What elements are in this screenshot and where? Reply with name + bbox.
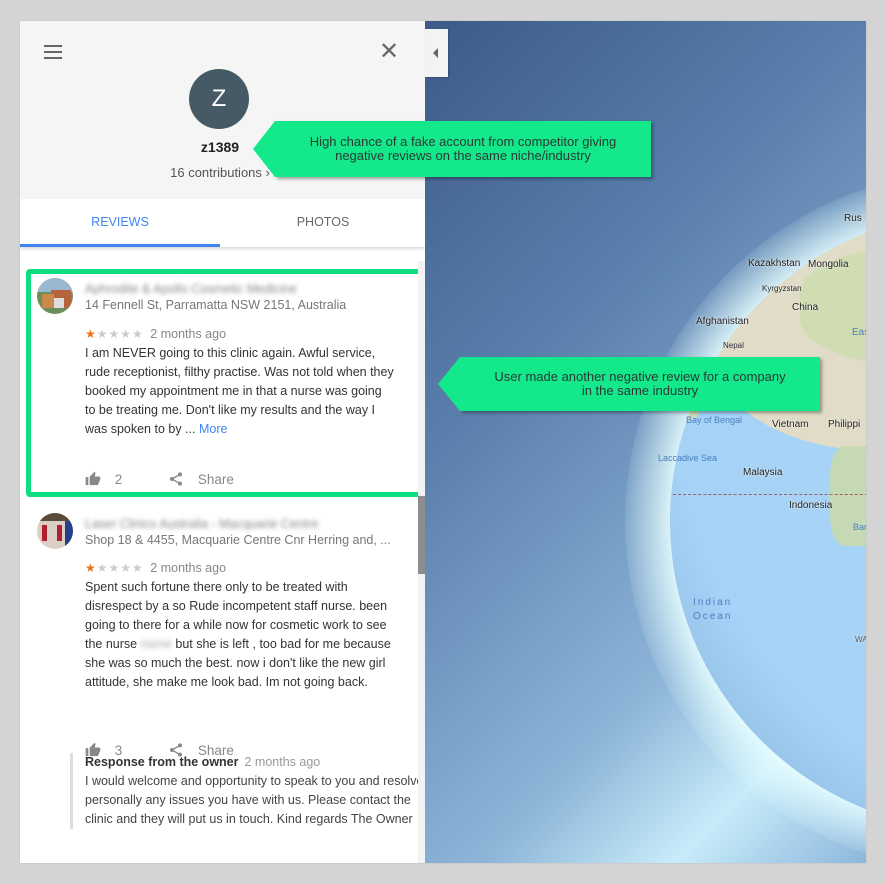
- place-photo[interactable]: [37, 513, 73, 549]
- map-label: Bay of Bengal: [686, 415, 743, 425]
- map-label: Nepal: [723, 341, 744, 350]
- owner-response-time: 2 months ago: [244, 755, 321, 769]
- star-filled-icon: ★: [85, 561, 97, 575]
- owner-response-title: Response from the owner: [85, 755, 239, 769]
- collapse-panel-button[interactable]: [425, 29, 448, 77]
- map-label: Kazakhstan: [748, 258, 801, 269]
- annotation-callout: High chance of a fake account from compe…: [253, 121, 651, 177]
- map-label: Eas: [852, 327, 866, 338]
- tab-bar: REVIEWS PHOTOS: [20, 199, 425, 247]
- map-label: China: [792, 302, 819, 313]
- scrollbar-thumb[interactable]: [418, 496, 425, 574]
- equator-line: [673, 494, 866, 495]
- owner-response-text: I would welcome and opportunity to speak…: [85, 774, 424, 826]
- annotation-text: High chance of a fake account from compe…: [309, 134, 617, 163]
- map-label: WA: [855, 635, 866, 644]
- map-label: Indian: [693, 597, 733, 608]
- map-label: Indonesia: [789, 500, 833, 511]
- place-name[interactable]: Laser Clinics Australia - Macquarie Cent…: [85, 517, 318, 531]
- annotation-callout: User made another negative review for a …: [438, 357, 820, 411]
- map-label: Afghanistan: [696, 316, 749, 327]
- tab-reviews[interactable]: REVIEWS: [20, 199, 220, 247]
- review-text: Spent such fortune there only to be trea…: [85, 578, 395, 692]
- tab-photos[interactable]: PHOTOS: [223, 199, 423, 247]
- redacted-name: name: [140, 637, 172, 651]
- close-icon[interactable]: ✕: [379, 40, 399, 64]
- review-time: 2 months ago: [150, 561, 227, 575]
- map-label: Philippi: [828, 419, 861, 430]
- map-label: Mongolia: [808, 259, 849, 270]
- map-label: Ban: [853, 522, 866, 532]
- menu-icon[interactable]: [44, 45, 62, 59]
- contributions-count: 16 contributions: [170, 165, 262, 180]
- owner-response: Response from the owner 2 months ago I wo…: [70, 753, 425, 829]
- star-empty-icon: ★★★★: [96, 561, 144, 575]
- map-label: Ocean: [693, 611, 733, 622]
- map-label: Malaysia: [743, 467, 783, 478]
- highlight-box: [26, 269, 424, 497]
- map-label: Laccadive Sea: [658, 453, 718, 463]
- map-label: Vietnam: [772, 419, 809, 430]
- app-frame: ✕ Z z1389 16 contributions › REVIEWS PHO…: [20, 21, 866, 863]
- owner-response-heading: Response from the owner 2 months ago: [85, 753, 425, 772]
- map-label: Rus: [844, 213, 862, 224]
- avatar: Z: [189, 69, 249, 129]
- review-meta: ★★★★★ 2 months ago: [85, 561, 226, 575]
- map-label: Kyrgyzstan: [762, 284, 802, 293]
- annotation-text: User made another negative review for a …: [494, 369, 786, 398]
- place-address: Shop 18 & 4455, Macquarie Centre Cnr Her…: [85, 533, 391, 547]
